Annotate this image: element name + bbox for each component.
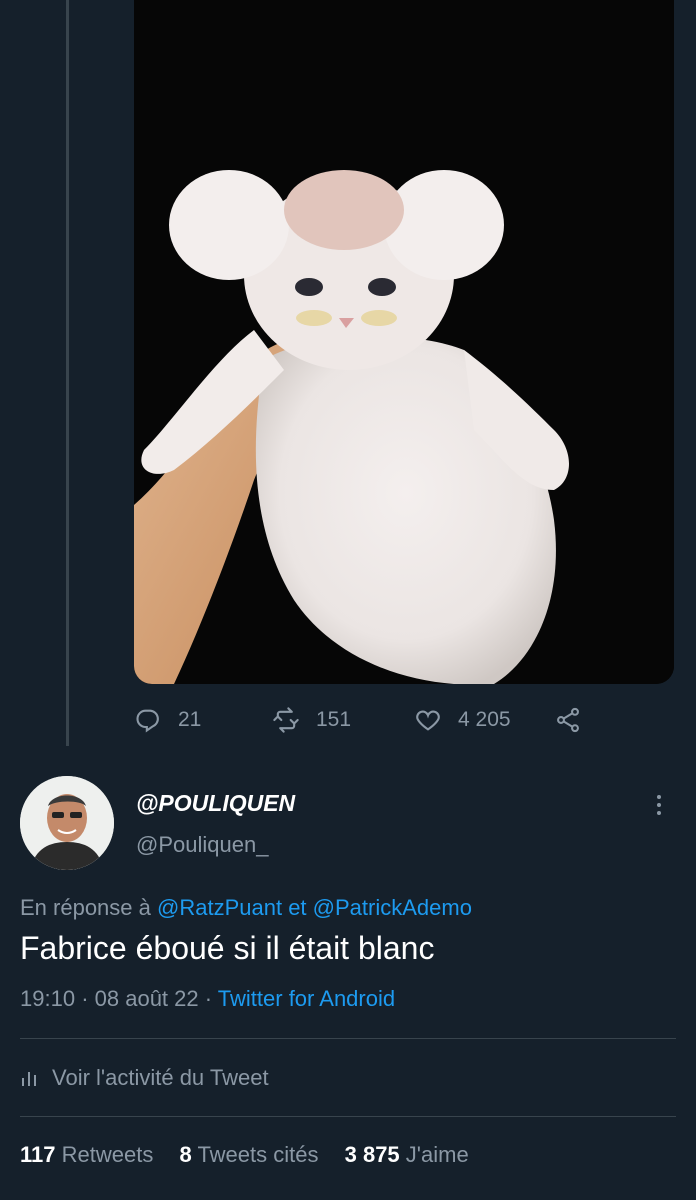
retweets-count: 117 bbox=[20, 1142, 56, 1167]
share-button[interactable] bbox=[554, 700, 582, 740]
divider bbox=[20, 1038, 676, 1039]
retweet-count: 151 bbox=[316, 708, 352, 731]
retweets-label: Retweets bbox=[61, 1142, 154, 1167]
meta-separator: · bbox=[81, 986, 89, 1011]
tweet-time[interactable]: 19:10 bbox=[20, 986, 75, 1011]
tweet-stats: 117 Retweets 8 Tweets cités 3 875 J'aime bbox=[20, 1142, 469, 1168]
more-icon bbox=[650, 795, 668, 815]
retweets-stat[interactable]: 117 Retweets bbox=[20, 1142, 153, 1167]
tweet-text: Fabrice éboué si il était blanc bbox=[20, 930, 435, 966]
display-name[interactable]: @POULIQUEN bbox=[136, 790, 295, 817]
tweet-metadata: 19:10 · 08 août 22 · Twitter for Android bbox=[20, 986, 395, 1012]
reply-count: 21 bbox=[178, 708, 202, 731]
reply-mention-ratzpuant[interactable]: @RatzPuant bbox=[157, 895, 282, 920]
quotes-stat[interactable]: 8 Tweets cités bbox=[179, 1142, 318, 1167]
more-options-button[interactable] bbox=[650, 792, 668, 824]
user-handle[interactable]: @Pouliquen_ bbox=[136, 832, 268, 858]
likes-label: J'aime bbox=[405, 1142, 469, 1167]
like-count: 4 205 bbox=[458, 708, 511, 731]
tweet-image-kitten[interactable] bbox=[134, 0, 674, 684]
reply-button[interactable]: 21 bbox=[134, 700, 201, 740]
thread-line bbox=[66, 0, 69, 746]
reply-context: En réponse à @RatzPuant et @PatrickAdemo bbox=[20, 895, 472, 921]
like-button[interactable]: 4 205 bbox=[414, 700, 511, 740]
heart-icon bbox=[416, 710, 440, 731]
reply-icon bbox=[136, 709, 159, 733]
retweet-button[interactable]: 151 bbox=[272, 700, 351, 740]
likes-stat[interactable]: 3 875 J'aime bbox=[345, 1142, 469, 1167]
divider bbox=[20, 1116, 676, 1117]
reply-connector: et bbox=[288, 895, 307, 920]
tweet-activity-link[interactable]: Voir l'activité du Tweet bbox=[20, 1062, 269, 1094]
avatar[interactable] bbox=[20, 776, 114, 870]
quotes-label: Tweets cités bbox=[197, 1142, 319, 1167]
quotes-count: 8 bbox=[179, 1142, 192, 1167]
avatar-photo bbox=[20, 776, 114, 870]
tweet-date[interactable]: 08 août 22 bbox=[95, 986, 199, 1011]
retweet-icon bbox=[273, 707, 299, 733]
likes-count: 3 875 bbox=[344, 1142, 400, 1167]
reply-mention-patrickademo[interactable]: @PatrickAdemo bbox=[313, 895, 472, 920]
tweet-action-bar: 21 151 4 205 bbox=[134, 700, 654, 740]
tweet-source[interactable]: Twitter for Android bbox=[218, 986, 395, 1011]
activity-label: Voir l'activité du Tweet bbox=[52, 1065, 269, 1090]
kitten-photo bbox=[134, 0, 674, 684]
meta-separator: · bbox=[204, 986, 213, 1011]
share-icon bbox=[557, 707, 579, 733]
bar-chart-icon bbox=[22, 1072, 36, 1086]
reply-prefix: En réponse à bbox=[20, 895, 151, 920]
